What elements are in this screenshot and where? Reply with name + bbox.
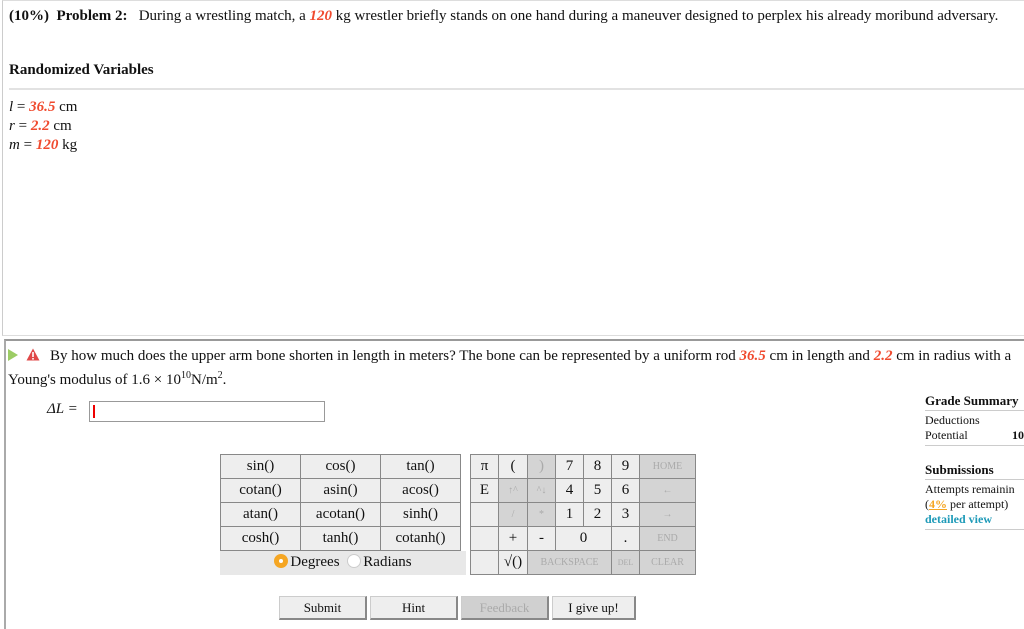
problem-label: Problem 2: bbox=[56, 8, 128, 24]
up-key[interactable]: ↑^ bbox=[498, 478, 528, 503]
key-3[interactable]: 3 bbox=[611, 502, 640, 527]
cos-button[interactable]: cos() bbox=[300, 454, 381, 479]
key-7[interactable]: 7 bbox=[555, 454, 584, 479]
tanh-button[interactable]: tanh() bbox=[300, 526, 381, 551]
multiply-key[interactable]: * bbox=[527, 502, 556, 527]
cosh-button[interactable]: cosh() bbox=[220, 526, 301, 551]
divider bbox=[925, 410, 1024, 411]
pi-key[interactable]: π bbox=[470, 454, 499, 479]
variable-unit: kg bbox=[62, 137, 78, 153]
variable-item: r = 2.2 cm bbox=[9, 118, 72, 134]
grade-summary: Grade Summary Deductions Potential 10 Su… bbox=[925, 393, 1024, 532]
radius-value: 2.2 bbox=[873, 348, 893, 364]
minus-key[interactable]: - bbox=[527, 526, 556, 551]
variable-item: l = 36.5 cm bbox=[9, 99, 78, 115]
keypad: π ( ) 7 8 9 HOME E ↑^ ^↓ 4 5 6 ← / * 1 2… bbox=[470, 454, 696, 575]
divide-key[interactable]: / bbox=[498, 502, 528, 527]
divider bbox=[925, 529, 1024, 530]
submit-button[interactable]: Submit bbox=[279, 596, 367, 620]
problem-mass-value: 120 bbox=[309, 8, 333, 24]
text-caret bbox=[93, 405, 95, 418]
angle-mode-selector: Degrees Radians bbox=[220, 551, 466, 575]
feedback-button[interactable]: Feedback bbox=[461, 596, 549, 620]
backspace-key[interactable]: BACKSPACE bbox=[527, 550, 612, 575]
cotanh-button[interactable]: cotanh() bbox=[380, 526, 461, 551]
per-attempt-deduction: (4% per attempt) bbox=[925, 497, 1009, 511]
variable-unit: cm bbox=[59, 99, 78, 115]
key-0[interactable]: 0 bbox=[555, 526, 612, 551]
sin-button[interactable]: sin() bbox=[220, 454, 301, 479]
answer-label: ΔL = bbox=[47, 401, 78, 417]
key-9[interactable]: 9 bbox=[611, 454, 640, 479]
acos-button[interactable]: acos() bbox=[380, 478, 461, 503]
problem-text-after: kg wrestler briefly stands on one hand d… bbox=[335, 8, 999, 24]
down-key[interactable]: ^↓ bbox=[527, 478, 556, 503]
delete-key[interactable]: DEL bbox=[611, 550, 640, 575]
detailed-view-link[interactable]: detailed view bbox=[925, 512, 1024, 527]
clear-key[interactable]: CLEAR bbox=[639, 550, 696, 575]
play-icon[interactable] bbox=[8, 349, 18, 361]
sqrt-key[interactable]: √() bbox=[498, 550, 528, 575]
variable-value: 120 bbox=[35, 137, 59, 153]
variable-unit: cm bbox=[53, 118, 72, 134]
blank-key bbox=[470, 502, 499, 527]
degrees-radio[interactable] bbox=[274, 554, 289, 568]
answer-input[interactable] bbox=[89, 401, 325, 422]
potential-value: 10 bbox=[1012, 428, 1024, 442]
length-value: 36.5 bbox=[739, 348, 766, 364]
divider bbox=[9, 88, 1024, 90]
warning-icon bbox=[26, 348, 40, 361]
randomized-variables-list: l = 36.5 cm r = 2.2 cm m = 120 kg bbox=[9, 98, 77, 155]
variable-value: 36.5 bbox=[29, 99, 56, 115]
radians-radio[interactable] bbox=[347, 554, 362, 568]
end-key[interactable]: END bbox=[639, 526, 696, 551]
dot-key[interactable]: . bbox=[611, 526, 640, 551]
key-1[interactable]: 1 bbox=[555, 502, 584, 527]
atan-button[interactable]: atan() bbox=[220, 502, 301, 527]
potential-row: Potential 10 bbox=[925, 428, 1024, 442]
blank-key bbox=[470, 526, 499, 551]
blank-key bbox=[470, 550, 499, 575]
right-arrow-key[interactable]: → bbox=[639, 502, 696, 527]
deductions-label: Deductions bbox=[925, 413, 980, 427]
cotan-button[interactable]: cotan() bbox=[220, 478, 301, 503]
acotan-button[interactable]: acotan() bbox=[300, 502, 381, 527]
key-5[interactable]: 5 bbox=[583, 478, 612, 503]
left-paren-key[interactable]: ( bbox=[498, 454, 528, 479]
variable-item: m = 120 kg bbox=[9, 137, 78, 153]
key-6[interactable]: 6 bbox=[611, 478, 640, 503]
hint-button[interactable]: Hint bbox=[370, 596, 458, 620]
plus-key[interactable]: + bbox=[498, 526, 528, 551]
home-key[interactable]: HOME bbox=[639, 454, 696, 479]
problem-statement: (10%) Problem 2: During a wrestling matc… bbox=[9, 7, 1024, 26]
key-4[interactable]: 4 bbox=[555, 478, 584, 503]
submissions-title: Submissions bbox=[925, 462, 994, 477]
problem-weight: (10%) bbox=[9, 8, 49, 24]
e-key[interactable]: E bbox=[470, 478, 499, 503]
grade-summary-title: Grade Summary bbox=[925, 393, 1019, 408]
degrees-label[interactable]: Degrees bbox=[290, 554, 339, 570]
variable-value: 2.2 bbox=[30, 118, 50, 134]
asin-button[interactable]: asin() bbox=[300, 478, 381, 503]
radians-label[interactable]: Radians bbox=[363, 554, 411, 570]
question-text: By how much does the upper arm bone shor… bbox=[8, 348, 1012, 388]
tan-button[interactable]: tan() bbox=[380, 454, 461, 479]
right-paren-key[interactable]: ) bbox=[527, 454, 556, 479]
sinh-button[interactable]: sinh() bbox=[380, 502, 461, 527]
randomized-variables-title: Randomized Variables bbox=[9, 62, 154, 78]
key-8[interactable]: 8 bbox=[583, 454, 612, 479]
divider bbox=[925, 479, 1024, 480]
left-arrow-key[interactable]: ← bbox=[639, 478, 696, 503]
attempts-remaining: Attempts remainin bbox=[925, 482, 1015, 496]
problem-panel bbox=[2, 0, 1024, 336]
key-2[interactable]: 2 bbox=[583, 502, 612, 527]
function-buttons: sin() cos() tan() cotan() asin() acos() … bbox=[220, 454, 461, 551]
give-up-button[interactable]: I give up! bbox=[552, 596, 636, 620]
divider bbox=[925, 445, 1024, 446]
problem-text-before: During a wrestling match, a bbox=[138, 8, 306, 24]
